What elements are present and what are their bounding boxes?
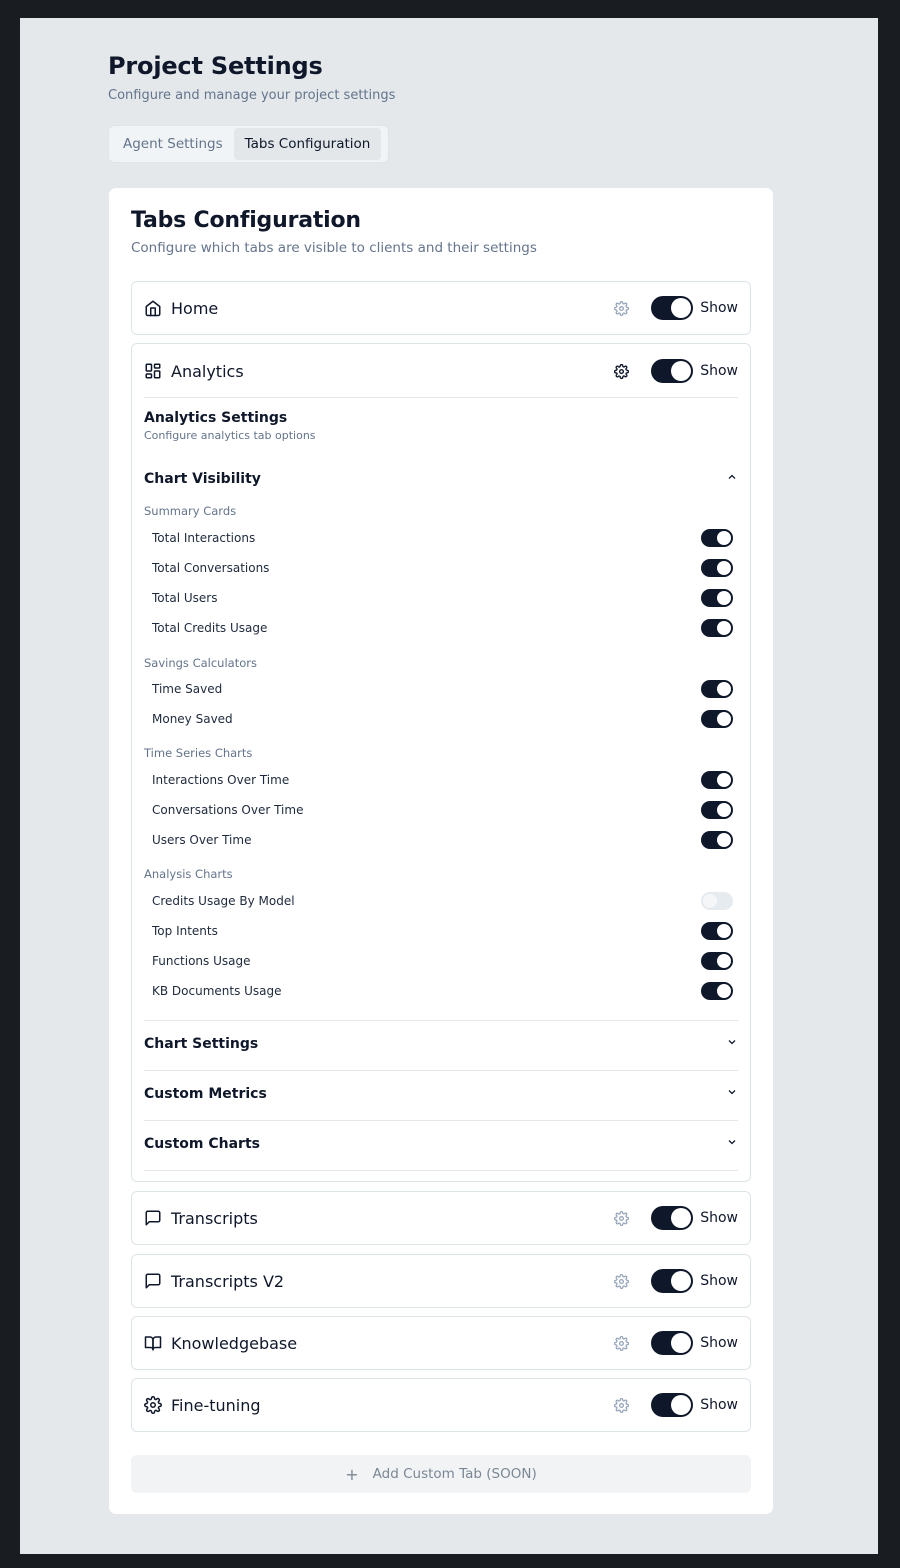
toggle-functions-usage[interactable] (701, 952, 733, 970)
show-label: Show (700, 1273, 738, 1289)
tab-tabs-configuration[interactable]: Tabs Configuration (233, 128, 382, 160)
toggle-label: Users Over Time (152, 833, 252, 847)
tab-row-fine-tuning: Fine-tuning Show (131, 1378, 751, 1432)
toggle-label: Time Saved (152, 682, 223, 696)
toggle-label: KB Documents Usage (152, 984, 282, 998)
tab-row-label: Fine-tuning (171, 1395, 261, 1415)
gear-icon[interactable] (613, 1210, 629, 1226)
gear-icon[interactable] (613, 300, 629, 316)
card-title: Tabs Configuration (131, 208, 361, 233)
analytics-settings-subtitle: Configure analytics tab options (144, 429, 316, 442)
book-open-icon (144, 1334, 162, 1352)
toggle-label: Conversations Over Time (152, 803, 304, 817)
visibility-toggle[interactable] (651, 296, 694, 320)
card-subtitle: Configure which tabs are visible to clie… (131, 240, 537, 256)
toggle-top-intents[interactable] (701, 922, 733, 940)
show-label: Show (700, 1335, 738, 1351)
tabs-configuration-card: Tabs Configuration Configure which tabs … (108, 187, 774, 1515)
toggle-users-over-time[interactable] (701, 831, 733, 849)
section-label: Chart Visibility (144, 471, 261, 487)
chart-visibility-header[interactable]: Chart Visibility (144, 471, 738, 487)
gear-icon[interactable] (613, 363, 629, 379)
gear-icon (144, 1396, 162, 1414)
group-label-time-series-charts: Time Series Charts (144, 746, 253, 760)
toggle-kb-documents-usage[interactable] (701, 982, 733, 1000)
analytics-settings-title: Analytics Settings (144, 410, 288, 426)
divider (144, 1170, 738, 1171)
add-custom-tab-button[interactable]: + Add Custom Tab (SOON) (131, 1455, 751, 1493)
custom-metrics-header[interactable]: Custom Metrics (144, 1086, 738, 1102)
section-label: Custom Metrics (144, 1086, 267, 1102)
tab-row-label: Home (171, 298, 219, 318)
visibility-toggle[interactable] (651, 1206, 694, 1230)
page-title: Project Settings (108, 52, 323, 80)
chevron-up-icon (726, 471, 738, 487)
app-frame: Project Settings Configure and manage yo… (20, 18, 878, 1554)
tab-row-transcripts-v2: Transcripts V2 Show (131, 1254, 751, 1308)
divider (144, 397, 738, 398)
tab-agent-settings[interactable]: Agent Settings (112, 128, 234, 160)
toggle-label: Total Interactions (152, 531, 256, 545)
section-label: Chart Settings (144, 1036, 259, 1052)
divider (144, 1020, 738, 1021)
toggle-total-credits-usage[interactable] (701, 619, 733, 637)
visibility-toggle[interactable] (651, 359, 694, 383)
section-label: Custom Charts (144, 1136, 260, 1152)
show-label: Show (700, 363, 738, 379)
message-square-icon (144, 1209, 162, 1227)
visibility-toggle[interactable] (651, 1331, 694, 1355)
group-label-analysis-charts: Analysis Charts (144, 867, 233, 881)
toggle-interactions-over-time[interactable] (701, 771, 733, 789)
group-label-summary-cards: Summary Cards (144, 504, 237, 518)
group-label-savings-calculators: Savings Calculators (144, 656, 257, 670)
gear-icon[interactable] (613, 1397, 629, 1413)
toggle-credits-usage-by-model[interactable] (701, 892, 733, 910)
toggle-label: Functions Usage (152, 954, 251, 968)
visibility-toggle[interactable] (651, 1393, 694, 1417)
tab-row-home: Home Show (131, 281, 751, 335)
toggle-time-saved[interactable] (701, 680, 733, 698)
toggle-money-saved[interactable] (701, 710, 733, 728)
gear-icon[interactable] (613, 1335, 629, 1351)
tab-row-label: Knowledgebase (171, 1333, 298, 1353)
chevron-down-icon (726, 1086, 738, 1102)
toggle-total-conversations[interactable] (701, 559, 733, 577)
divider (144, 1120, 738, 1121)
tab-row-label: Transcripts (171, 1208, 258, 1228)
toggle-label: Total Users (152, 591, 218, 605)
toggle-total-interactions[interactable] (701, 529, 733, 547)
toggle-conversations-over-time[interactable] (701, 801, 733, 819)
toggle-label: Top Intents (152, 924, 218, 938)
chevron-down-icon (726, 1036, 738, 1052)
toggle-label: Interactions Over Time (152, 773, 290, 787)
toggle-label: Total Credits Usage (152, 621, 268, 635)
analytics-header: Analytics Show (132, 344, 750, 398)
add-custom-tab-label: Add Custom Tab (SOON) (372, 1466, 537, 1482)
gear-icon[interactable] (613, 1273, 629, 1289)
toggle-label: Credits Usage By Model (152, 894, 295, 908)
toggle-label: Money Saved (152, 712, 233, 726)
visibility-toggle[interactable] (651, 1269, 694, 1293)
dashboard-icon (144, 362, 162, 380)
tab-row-transcripts: Transcripts Show (131, 1191, 751, 1245)
tab-row-analytics: Analytics Show Analytics Settings Config… (131, 343, 751, 1182)
tab-row-label: Analytics (171, 361, 244, 381)
toggle-label: Total Conversations (152, 561, 270, 575)
toggle-total-users[interactable] (701, 589, 733, 607)
plus-icon: + (345, 1464, 359, 1484)
custom-charts-header[interactable]: Custom Charts (144, 1136, 738, 1152)
page-subtitle: Configure and manage your project settin… (108, 88, 396, 103)
home-icon (144, 299, 162, 317)
chart-settings-header[interactable]: Chart Settings (144, 1036, 738, 1052)
tab-row-label: Transcripts V2 (171, 1271, 285, 1291)
tab-row-knowledgebase: Knowledgebase Show (131, 1316, 751, 1370)
page-header: Project Settings Configure and manage yo… (108, 52, 395, 103)
show-label: Show (700, 300, 738, 316)
show-label: Show (700, 1397, 738, 1413)
show-label: Show (700, 1210, 738, 1226)
settings-tabs: Agent Settings Tabs Configuration (108, 125, 389, 163)
chevron-down-icon (726, 1136, 738, 1152)
divider (144, 1070, 738, 1071)
message-square-icon (144, 1272, 162, 1290)
